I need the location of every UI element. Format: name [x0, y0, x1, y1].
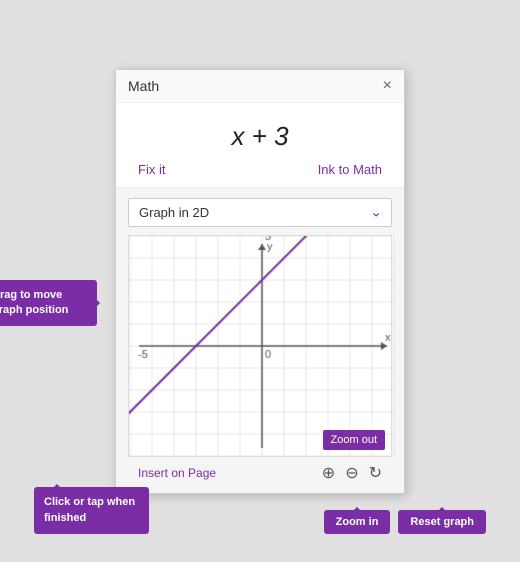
equation-area: x + 3 Fix it Ink to Math — [116, 103, 404, 188]
click-tooltip: Click or tap when finished — [34, 487, 149, 534]
math-panel: Math × x + 3 Fix it Ink to Math Graph in… — [115, 69, 405, 494]
graph-bottom-bar: Insert on Page ⊕ ⊖ ↻ — [128, 457, 392, 487]
panel-header: Math × — [116, 70, 404, 103]
graph-type-dropdown-container: Graph in 2D Graph in 3D ⌄ — [128, 198, 392, 227]
graph-controls: ⊕ ⊖ ↻ — [322, 463, 382, 483]
insert-on-page-link[interactable]: Insert on Page — [138, 466, 216, 480]
zoom-in-tooltip: Zoom in — [324, 510, 391, 534]
ink-to-math-link[interactable]: Ink to Math — [318, 162, 382, 177]
equation-actions: Fix it Ink to Math — [128, 162, 392, 177]
bottom-tooltips-row: Click or tap when finished Zoom in Reset… — [0, 487, 520, 534]
fix-it-link[interactable]: Fix it — [138, 162, 165, 177]
drag-tooltip: Drag to move graph position — [0, 280, 97, 327]
reset-graph-tooltip: Reset graph — [398, 510, 486, 534]
panel-title: Math — [128, 78, 159, 94]
close-button[interactable]: × — [383, 78, 392, 94]
equation-display: x + 3 — [128, 121, 392, 152]
graph-container[interactable]: Zoom out — [128, 235, 392, 457]
graph-canvas — [129, 236, 395, 456]
graph-type-dropdown[interactable]: Graph in 2D Graph in 3D — [128, 198, 392, 227]
zoom-in-icon[interactable]: ⊕ — [322, 463, 335, 483]
reset-graph-icon[interactable]: ↻ — [369, 463, 382, 483]
graph-section: Graph in 2D Graph in 3D ⌄ Zoom out Inser… — [116, 188, 404, 493]
zoom-out-icon[interactable]: ⊖ — [345, 463, 358, 483]
